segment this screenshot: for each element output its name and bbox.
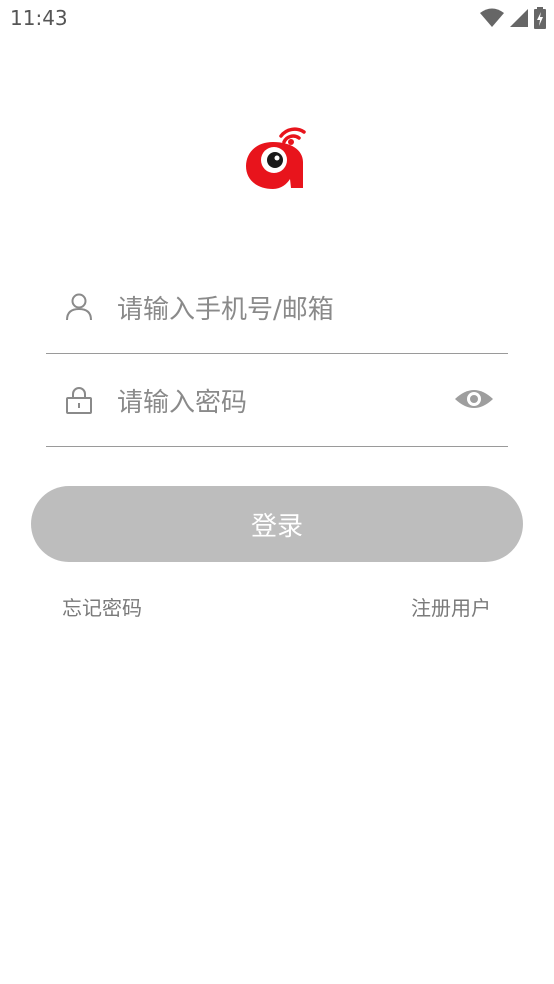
username-input[interactable]: 请输入手机号/邮箱 [117,289,334,326]
status-bar: 11:43 [0,0,554,38]
password-field[interactable]: 请输入密码 [46,354,508,447]
eye-icon[interactable] [454,385,494,413]
user-icon [66,293,92,321]
wifi-icon [480,8,504,27]
status-icons [480,6,546,30]
forgot-password-link[interactable]: 忘记密码 [62,592,142,621]
password-input[interactable]: 请输入密码 [117,382,247,419]
register-link[interactable]: 注册用户 [411,592,491,621]
login-button[interactable]: 登录 [31,486,523,562]
lock-icon [66,387,92,414]
signal-icon [510,9,528,27]
username-field[interactable]: 请输入手机号/邮箱 [46,261,508,354]
status-time: 11:43 [10,6,68,30]
app-logo-icon [243,126,311,192]
battery-charging-icon [534,7,546,29]
